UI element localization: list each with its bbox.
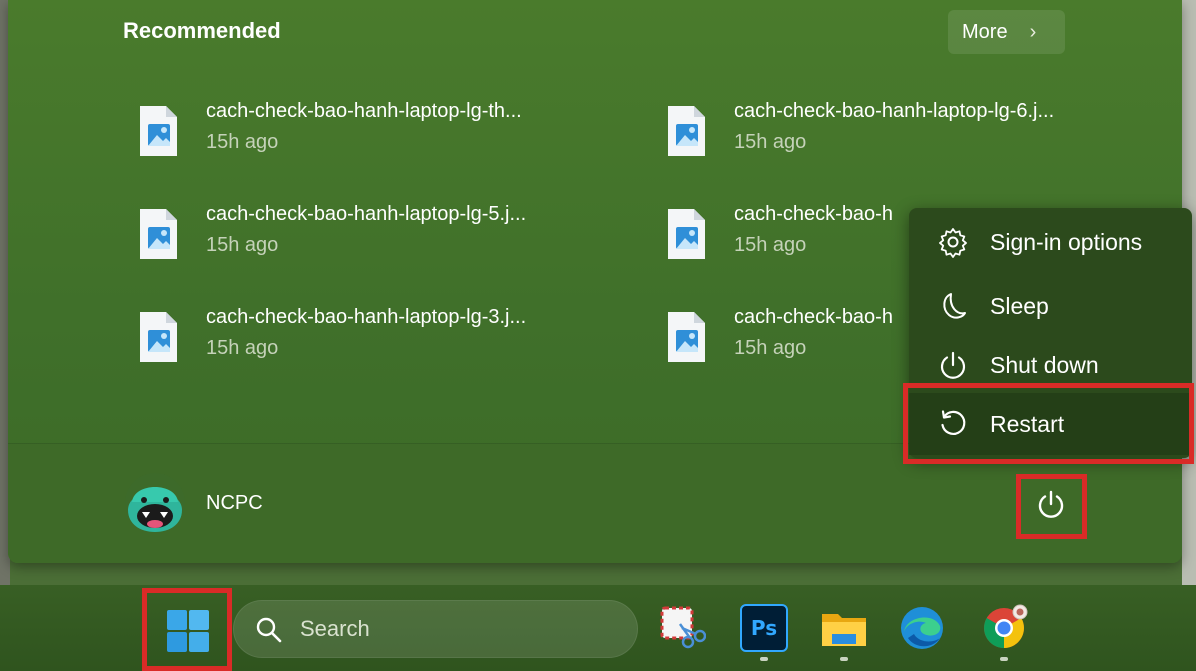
file-name: cach-check-bao-hanh-laptop-lg-th... [206, 100, 522, 122]
file-name: cach-check-bao-hanh-laptop-lg-6.j... [734, 100, 1055, 122]
sign-in-options-label: Sign-in options [990, 228, 1143, 255]
sleep-label: Sleep [990, 292, 1049, 319]
power-highlight-box [1016, 474, 1087, 539]
recommended-item[interactable]: cach-check-bao-hanh-laptop-lg-3.j... 15h… [136, 306, 616, 376]
file-name: cach-check-bao-hanh-laptop-lg-3.j... [206, 306, 527, 328]
image-file-icon [140, 209, 177, 259]
file-time: 15h ago [206, 234, 279, 256]
sleep-item[interactable]: Sleep [909, 278, 1192, 334]
recommended-item[interactable]: cach-check-bao-hanh-laptop-lg-th... 15h … [136, 100, 616, 170]
search-box[interactable] [233, 600, 638, 658]
photoshop-label: Ps [750, 616, 778, 640]
image-file-icon [668, 106, 705, 156]
running-indicator [1000, 657, 1008, 661]
edge-icon[interactable] [898, 604, 946, 652]
file-name: cach-check-bao-h [734, 306, 893, 328]
photoshop-icon[interactable]: Ps [740, 604, 788, 652]
moon-icon [943, 293, 966, 319]
power-icon [940, 351, 966, 379]
chevron-right-icon: › [1029, 20, 1037, 43]
search-icon [256, 617, 282, 643]
file-time: 15h ago [734, 234, 807, 256]
sign-in-options-item[interactable]: Sign-in options [909, 214, 1192, 270]
file-time: 15h ago [734, 131, 807, 153]
file-time: 15h ago [206, 337, 279, 359]
file-name: cach-check-bao-hanh-laptop-lg-5.j... [206, 203, 527, 225]
recommended-item[interactable]: cach-check-bao-h 15h ago [664, 203, 914, 273]
snipping-tool-icon[interactable] [658, 604, 706, 652]
file-time: 15h ago [734, 337, 807, 359]
gear-icon [939, 228, 967, 258]
file-name: cach-check-bao-h [734, 203, 893, 225]
running-indicator [760, 657, 768, 661]
running-indicator [840, 657, 848, 661]
recommended-item[interactable]: cach-check-bao-hanh-laptop-lg-5.j... 15h… [136, 203, 616, 273]
restart-highlight-box [903, 383, 1194, 464]
image-file-icon [668, 312, 705, 362]
image-file-icon [668, 209, 705, 259]
recommended-item[interactable]: cach-check-bao-h 15h ago [664, 306, 914, 376]
image-file-icon [140, 312, 177, 362]
image-file-icon [140, 106, 177, 156]
file-time: 15h ago [206, 131, 279, 153]
recommended-item[interactable]: cach-check-bao-hanh-laptop-lg-6.j... 15h… [664, 100, 1144, 170]
avatar-icon[interactable] [124, 472, 186, 534]
folder-icon[interactable] [820, 604, 868, 652]
user-name[interactable]: NCPC [206, 492, 263, 515]
recommended-title: Recommended [123, 18, 281, 43]
more-label: More [962, 20, 1008, 43]
shut-down-label: Shut down [990, 351, 1099, 378]
start-highlight-box [142, 588, 232, 671]
chrome-icon[interactable] [980, 604, 1028, 652]
search-input[interactable] [300, 613, 600, 645]
more-button[interactable]: More › [948, 10, 1065, 54]
